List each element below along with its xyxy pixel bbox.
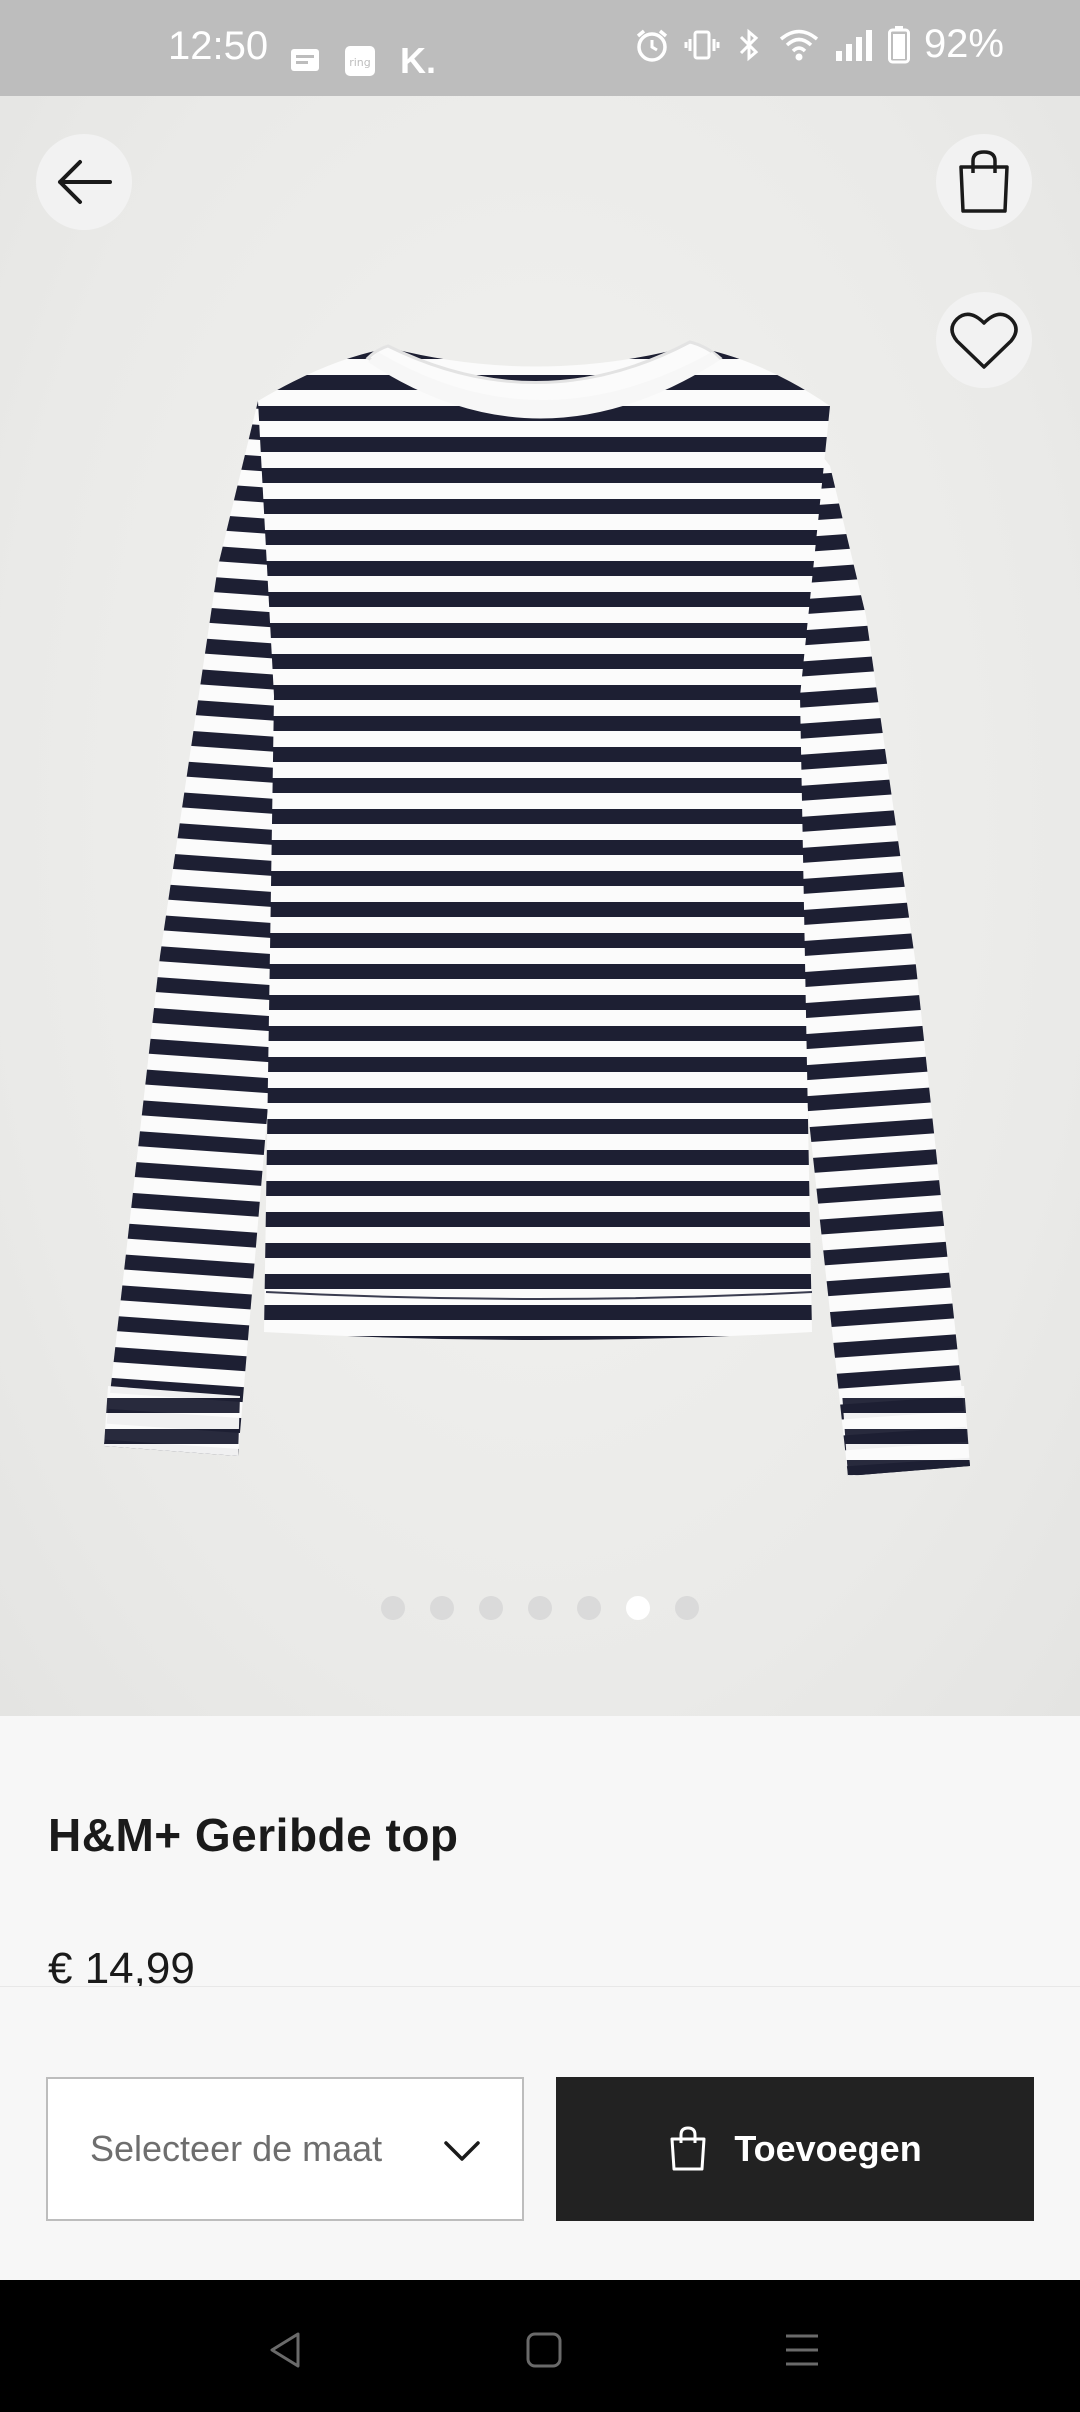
battery-icon <box>887 25 910 63</box>
back-nav-icon <box>270 2332 300 2368</box>
arrow-left-icon <box>58 160 112 204</box>
shopping-bag-icon <box>959 150 1009 213</box>
carousel-dot[interactable] <box>577 1596 601 1620</box>
ring-icon: ring <box>345 46 375 76</box>
product-image-striped-top <box>104 340 970 1476</box>
favorite-button[interactable] <box>936 292 1032 388</box>
status-time: 12:50 <box>168 24 269 68</box>
chevron-down-icon <box>444 2141 480 2161</box>
shopping-bag-icon <box>670 2126 706 2171</box>
status-left-icons: ring K. <box>290 40 436 82</box>
size-select-label: Selecteer de maat <box>90 2128 383 2169</box>
nav-home-button[interactable] <box>514 2320 574 2380</box>
add-to-cart-label: Toevoegen <box>734 2128 922 2169</box>
heart-icon <box>950 312 1018 369</box>
signal-icon <box>835 29 872 61</box>
shopping-bag-button[interactable] <box>936 134 1032 230</box>
alarm-icon <box>636 29 668 62</box>
svg-text:ring: ring <box>349 56 371 69</box>
purchase-action-bar: Selecteer de maat Toevoegen <box>0 1986 1080 2280</box>
product-title: H&M+ Geribde top <box>48 1809 459 1861</box>
carousel-dot[interactable] <box>430 1596 454 1620</box>
system-nav-bar <box>0 2280 1080 2412</box>
nav-recents-button[interactable] <box>772 2320 832 2380</box>
k-icon: K. <box>400 40 436 81</box>
carousel-dot[interactable] <box>528 1596 552 1620</box>
product-info: H&M+ Geribde top € 14,99 <box>0 1716 1080 1993</box>
nav-back-button[interactable] <box>256 2320 316 2380</box>
add-to-cart-button[interactable]: Toevoegen <box>556 2077 1034 2221</box>
battery-percent: 92% <box>923 22 1004 66</box>
carousel-indicator <box>0 1596 1080 1620</box>
carousel-dot[interactable] <box>479 1596 503 1620</box>
carousel-dot-active[interactable] <box>626 1596 650 1620</box>
status-right-icons: 92% <box>634 22 1004 67</box>
vibrate-icon <box>684 30 720 59</box>
carousel-dot[interactable] <box>675 1596 699 1620</box>
size-select[interactable]: Selecteer de maat <box>46 2077 524 2221</box>
carousel-dot[interactable] <box>381 1596 405 1620</box>
wifi-icon <box>779 29 819 60</box>
bluetooth-icon <box>739 28 759 61</box>
status-bar: 12:50 ring K. 92% <box>0 0 1080 96</box>
product-image-carousel[interactable] <box>0 96 1080 1716</box>
home-nav-icon <box>526 2332 562 2368</box>
back-button[interactable] <box>36 134 132 230</box>
message-icon <box>291 49 319 71</box>
recents-nav-icon <box>786 2334 818 2366</box>
